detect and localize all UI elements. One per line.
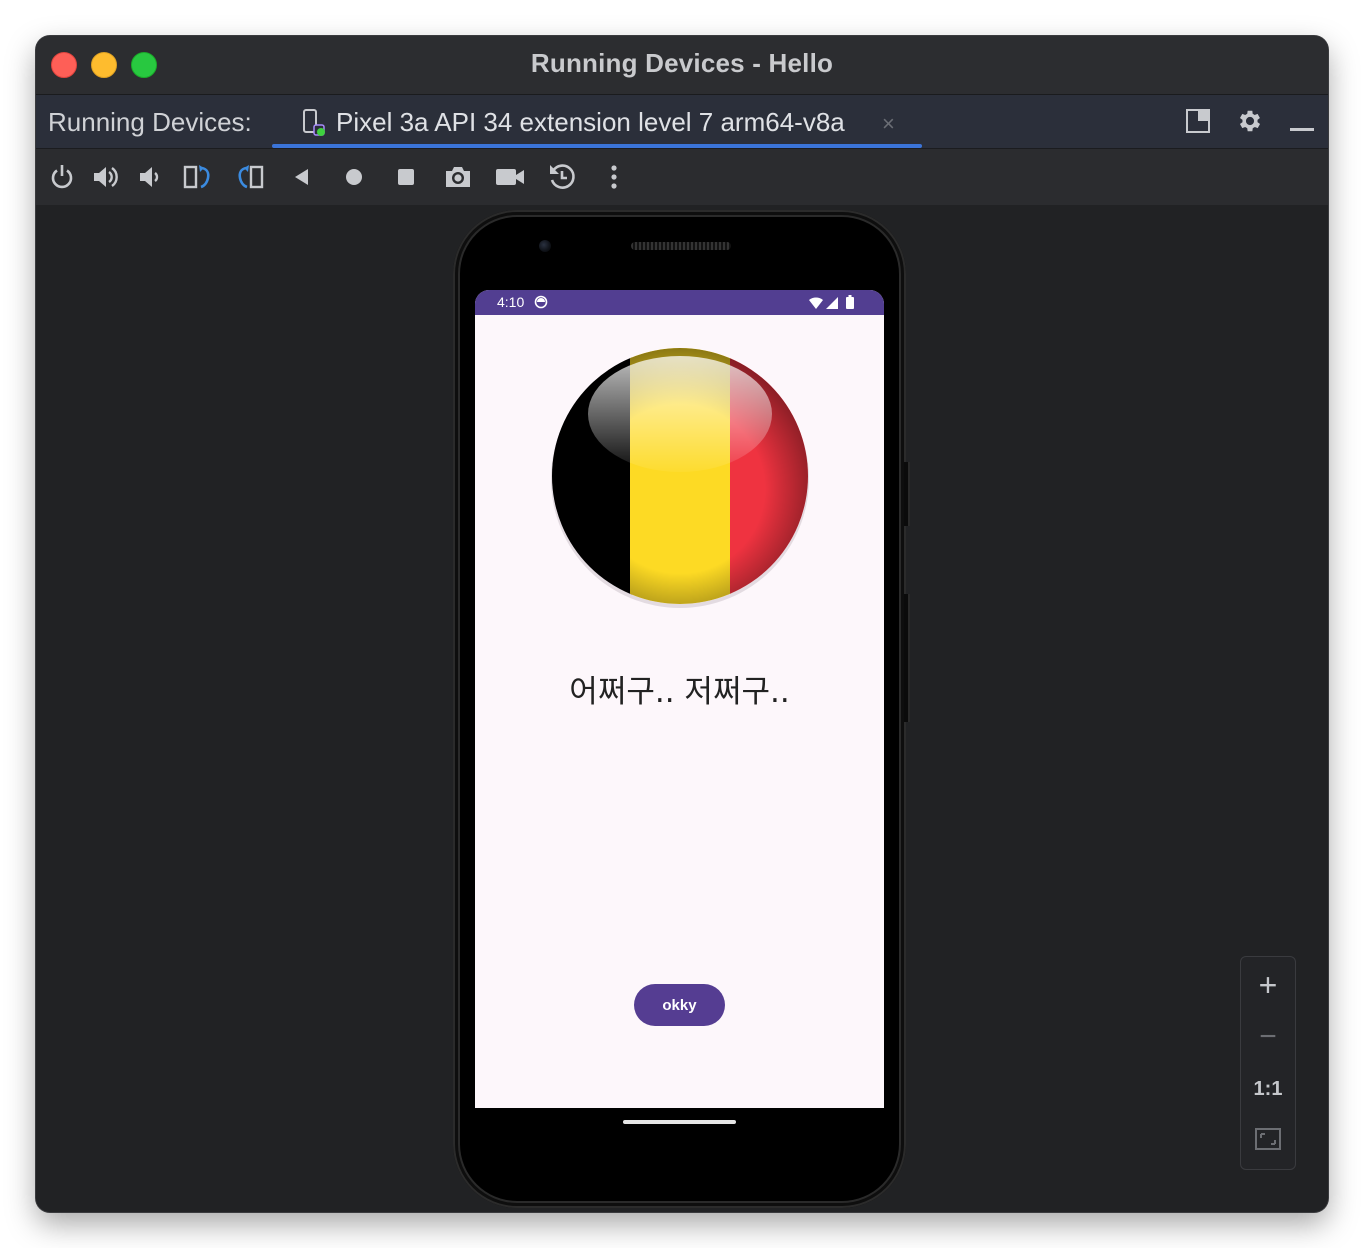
okky-button[interactable]: okky — [634, 984, 725, 1026]
minimize-panel-icon[interactable] — [1288, 119, 1316, 137]
overview-icon[interactable] — [390, 161, 422, 193]
app-message-text: 어쩌구.. 저쩌구.. — [569, 674, 790, 710]
front-camera — [539, 240, 551, 252]
tool-window-header: Running Devices: Pixel 3a API 34 extensi… — [36, 95, 1328, 149]
status-time: 4:10 — [497, 294, 525, 310]
rotate-left-icon[interactable] — [182, 161, 214, 193]
belgium-flag-image — [550, 346, 810, 608]
window-title: Running Devices - Hello — [530, 48, 834, 78]
zoom-out-button[interactable]: − — [1241, 1011, 1295, 1063]
tab-pixel-3a[interactable]: Pixel 3a API 34 extension level 7 arm64-… — [272, 95, 922, 148]
tab-close-icon[interactable]: × — [882, 111, 895, 137]
device-display-area: 4:10 어쩌구.. 저쩌구.. okky + − 1:1 — [36, 205, 1328, 1212]
battery-icon — [846, 295, 854, 314]
zoom-controls: + − 1:1 — [1240, 956, 1296, 1170]
screen-record-icon[interactable] — [494, 161, 526, 193]
home-icon[interactable] — [338, 161, 370, 193]
signal-icon — [826, 296, 838, 314]
zoom-in-button[interactable]: + — [1241, 959, 1295, 1011]
device-phone-icon — [302, 109, 326, 142]
status-bar: 4:10 — [475, 290, 884, 315]
fit-screen-icon — [1254, 1127, 1282, 1156]
volume-down-icon[interactable] — [134, 161, 166, 193]
tool-window-label: Running Devices: — [48, 107, 252, 137]
layout-toggle-icon[interactable] — [1184, 107, 1212, 140]
volume-up-icon[interactable] — [90, 161, 122, 193]
phone-frame: 4:10 어쩌구.. 저쩌구.. okky — [453, 210, 910, 1208]
wifi-icon — [809, 296, 823, 314]
title-bar: Running Devices - Hello — [36, 36, 1328, 95]
back-icon[interactable] — [286, 161, 318, 193]
device-toolbar — [36, 149, 1328, 205]
tab-label: Pixel 3a API 34 extension level 7 arm64-… — [336, 107, 845, 137]
phone-power-button — [904, 462, 910, 526]
screenshot-icon[interactable] — [442, 161, 474, 193]
gear-icon[interactable] — [1236, 107, 1264, 140]
gesture-nav-bar — [475, 1108, 884, 1148]
sync-status-icon — [534, 295, 548, 314]
reset-icon[interactable] — [546, 161, 578, 193]
earpiece-speaker — [631, 242, 731, 250]
phone-volume-button — [904, 594, 910, 722]
rotate-right-icon[interactable] — [234, 161, 266, 193]
active-tab-indicator — [272, 144, 922, 148]
device-screen[interactable]: 4:10 어쩌구.. 저쩌구.. okky — [475, 290, 884, 1108]
power-icon[interactable] — [46, 161, 78, 193]
fit-screen-button[interactable] — [1241, 1115, 1295, 1167]
actual-size-button[interactable]: 1:1 — [1241, 1063, 1295, 1115]
ide-window: Running Devices - Hello Running Devices:… — [36, 36, 1328, 1212]
home-gesture-handle[interactable] — [623, 1120, 736, 1124]
more-icon[interactable] — [598, 161, 630, 193]
